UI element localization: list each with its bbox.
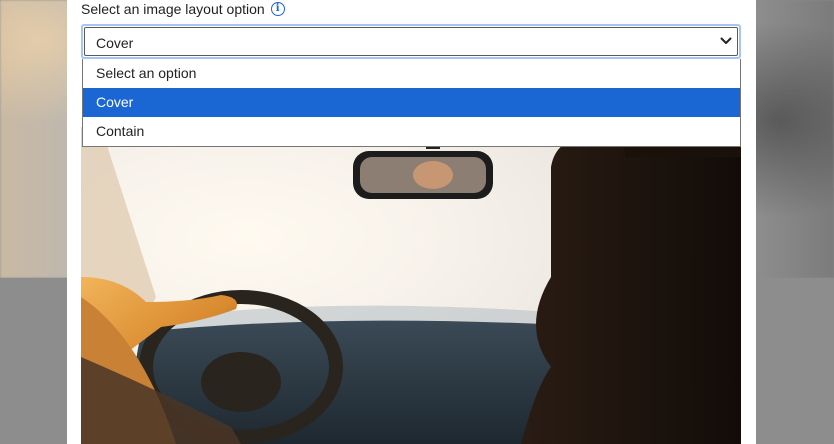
chevron-down-icon[interactable] [719, 34, 733, 48]
layout-options-list: Select an option Cover Contain [82, 59, 741, 147]
layout-select[interactable]: Cover [81, 24, 741, 59]
option-contain[interactable]: Contain [83, 117, 740, 146]
layout-select-border [84, 27, 738, 56]
page: Select an image layout option i Cover Se… [0, 0, 834, 444]
layout-select-value: Cover [96, 35, 134, 51]
info-icon[interactable]: i [270, 2, 285, 16]
image-layout-panel: Select an image layout option i Cover Se… [67, 0, 756, 444]
layout-select-label: Select an image layout option [81, 1, 265, 17]
option-cover[interactable]: Cover [83, 88, 740, 117]
option-select-an-option[interactable]: Select an option [83, 59, 740, 88]
layout-label-row: Select an image layout option i [81, 0, 285, 18]
car-interior-photo [81, 127, 741, 444]
